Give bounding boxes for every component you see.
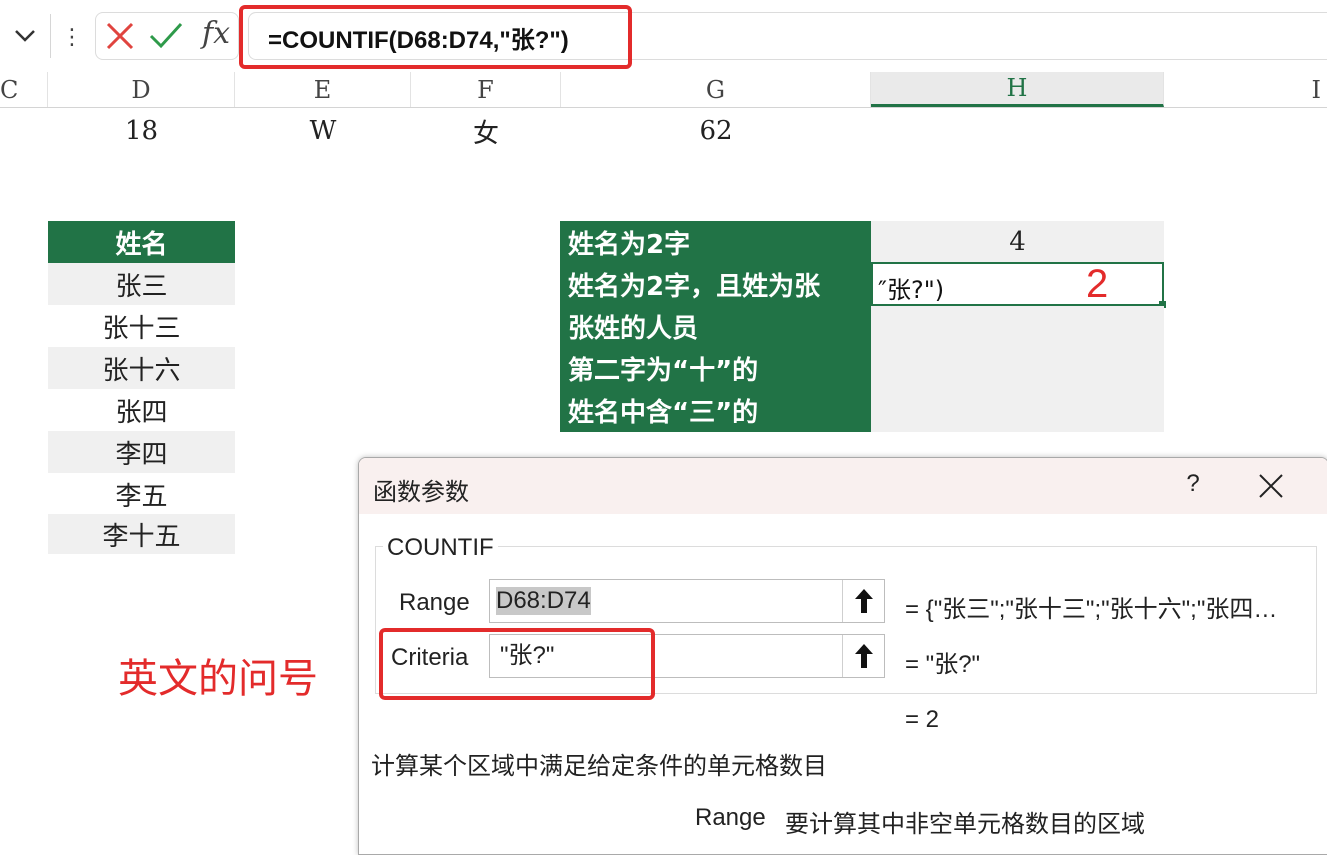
criteria-label[interactable]: 姓名为2字: [560, 221, 871, 263]
x-icon: [106, 22, 134, 50]
range-evaluation: = {"张三";"张十三";"张十六";"张四…: [905, 596, 1278, 623]
check-icon: [149, 22, 183, 49]
criteria-collapse-button[interactable]: [842, 635, 885, 677]
name-cell[interactable]: 李四: [48, 431, 235, 473]
argument-description: 要计算其中非空单元格数目的区域: [785, 811, 1145, 838]
column-header-c[interactable]: C: [0, 72, 48, 107]
collapse-arrow-up-icon: [855, 589, 873, 613]
criteria-label[interactable]: 第二字为“十”的: [560, 347, 871, 389]
cell-e-value[interactable]: W: [235, 110, 411, 152]
name-cell[interactable]: 张十六: [48, 347, 235, 389]
confirm-button[interactable]: [148, 20, 184, 52]
result-cell[interactable]: [871, 389, 1164, 432]
column-header-h[interactable]: H: [871, 72, 1164, 107]
criteria-label[interactable]: 姓名为2字，且姓为张: [560, 263, 871, 305]
vertical-dots-icon[interactable]: ⋮: [61, 20, 83, 54]
cell-d-value[interactable]: 18: [48, 110, 235, 152]
column-headers: C D E F G H I: [0, 72, 1327, 108]
dialog-title: 函数参数: [373, 479, 469, 506]
column-header-e[interactable]: E: [235, 72, 411, 107]
insert-function-button[interactable]: fx: [196, 10, 236, 56]
range-collapse-button[interactable]: [842, 580, 885, 622]
cancel-button[interactable]: [104, 20, 136, 52]
function-name: COUNTIF: [383, 534, 498, 562]
argument-name: Range: [695, 804, 766, 831]
close-icon: [1259, 474, 1283, 498]
collapse-arrow-up-icon: [855, 644, 873, 668]
name-cell[interactable]: 张四: [48, 389, 235, 431]
column-header-d[interactable]: D: [48, 72, 235, 107]
range-input[interactable]: D68:D74: [489, 579, 885, 623]
close-button[interactable]: [1257, 472, 1285, 500]
criteria-label[interactable]: 张姓的人员: [560, 305, 871, 347]
help-button[interactable]: ?: [1183, 470, 1203, 498]
name-cell[interactable]: 李十五: [48, 514, 235, 554]
formula-result: = 2: [905, 706, 940, 733]
name-cell[interactable]: 李五: [48, 473, 235, 515]
active-cell-text: ″张?"): [878, 276, 945, 304]
cell-f-value[interactable]: 女: [411, 110, 561, 152]
function-description: 计算某个区域中满足给定条件的单元格数目: [371, 753, 827, 780]
cell-g-value[interactable]: 62: [561, 110, 871, 152]
result-cell[interactable]: [871, 347, 1164, 389]
result-value: 4: [1009, 227, 1026, 257]
namebox-dropdown[interactable]: [0, 14, 51, 58]
annotation-text: 英文的问号: [118, 656, 318, 702]
range-label: Range: [399, 589, 470, 616]
formula-bar: ⋮ fx =COUNTIF(D68:D74,"张?"): [0, 0, 1327, 72]
chevron-down-icon: [15, 30, 35, 42]
range-input-value: D68:D74: [496, 587, 591, 615]
column-header-i[interactable]: I: [1164, 72, 1327, 107]
annotation-count: 2: [1086, 262, 1109, 306]
criteria-highlight-box: [379, 628, 655, 700]
name-cell[interactable]: 张十三: [48, 305, 235, 347]
formula-highlight-box: [239, 5, 632, 69]
column-header-g[interactable]: G: [561, 72, 871, 107]
dialog-titlebar[interactable]: [359, 458, 1327, 514]
column-header-f[interactable]: F: [411, 72, 561, 107]
criteria-label[interactable]: 姓名中含“三”的: [560, 389, 871, 432]
criteria-evaluation: = "张?": [905, 651, 981, 678]
function-arguments-dialog: 函数参数 ? COUNTIF Range D68:D74 = {"张三";"张十…: [358, 457, 1327, 855]
name-cell[interactable]: 张三: [48, 263, 235, 305]
result-cell[interactable]: [871, 306, 1164, 347]
name-table-header[interactable]: 姓名: [48, 221, 235, 263]
